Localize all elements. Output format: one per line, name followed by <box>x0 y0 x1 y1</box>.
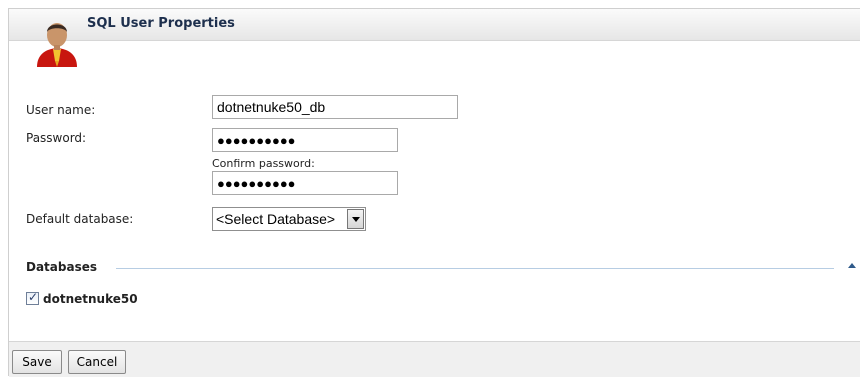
sql-user-properties-dialog: SQL User Properties User name: dotnetnuk… <box>8 8 860 377</box>
dialog-footer: Save Cancel <box>9 341 860 377</box>
chevron-down-icon[interactable] <box>347 209 364 229</box>
dialog-titlebar: SQL User Properties <box>9 9 860 41</box>
section-divider <box>116 268 834 269</box>
username-input[interactable]: dotnetnuke50_db <box>212 95 458 119</box>
dialog-title: SQL User Properties <box>87 16 235 31</box>
user-avatar-icon <box>37 23 77 67</box>
databases-section-title: Databases <box>26 260 98 274</box>
password-input[interactable]: ●●●●●●●●●● <box>212 128 398 152</box>
default-database-label: Default database: <box>26 212 134 226</box>
username-label: User name: <box>26 103 96 117</box>
database-checkbox[interactable] <box>26 290 39 305</box>
default-database-select[interactable]: <Select Database> <box>212 207 366 231</box>
database-item-label: dotnetnuke50 <box>43 292 138 306</box>
confirm-password-label: Confirm password: <box>212 157 315 170</box>
password-label: Password: <box>26 131 87 145</box>
save-button[interactable]: Save <box>12 350 62 374</box>
cancel-button[interactable]: Cancel <box>68 350 126 374</box>
collapse-arrow-icon[interactable] <box>848 263 856 268</box>
default-database-value: <Select Database> <box>216 211 336 227</box>
confirm-password-input[interactable]: ●●●●●●●●●● <box>212 171 398 195</box>
